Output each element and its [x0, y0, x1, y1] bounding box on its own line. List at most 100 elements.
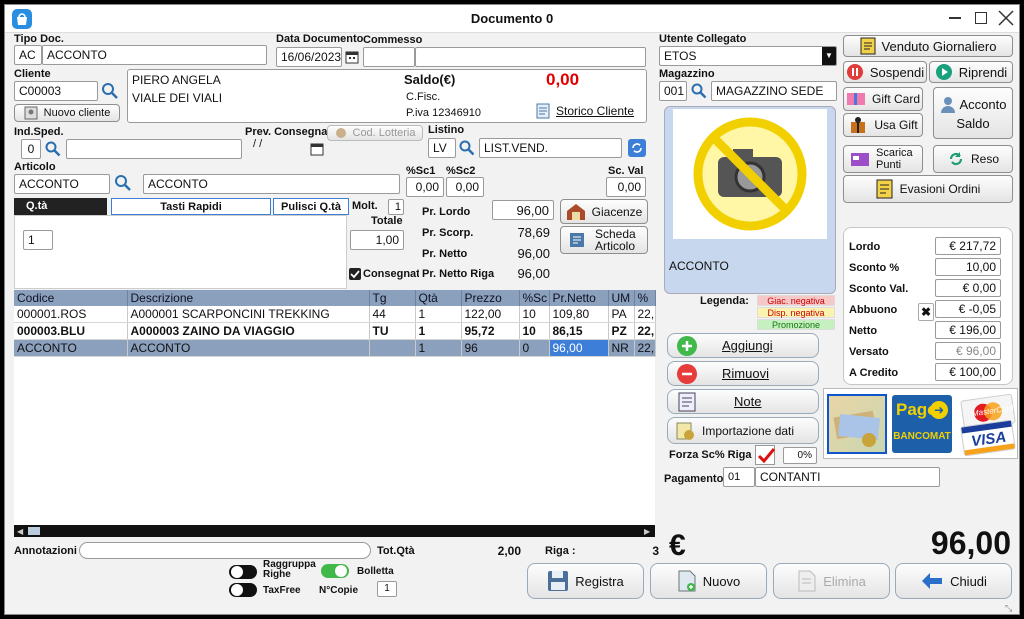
- chiudi-button[interactable]: Chiudi: [895, 563, 1012, 599]
- ind-sped-code-field[interactable]: 0: [21, 139, 41, 159]
- refresh-listino-icon[interactable]: [627, 138, 647, 158]
- tipo-doc-field[interactable]: ACCONTO: [42, 45, 267, 65]
- aggiungi-button[interactable]: Aggiungi: [667, 333, 819, 358]
- table-cell[interactable]: A000003 ZAINO DA VIAGGIO: [127, 322, 370, 340]
- table-row[interactable]: ACCONTO ACCONTO 1 96 0 96,00 NR 22,: [14, 339, 656, 357]
- abbuono-clear-icon[interactable]: ✖: [918, 303, 934, 321]
- table-cell[interactable]: 95,72: [461, 322, 520, 340]
- column-header[interactable]: Prezzo: [461, 290, 520, 306]
- consegnato-checkbox[interactable]: [349, 268, 361, 280]
- raggruppa-toggle[interactable]: [229, 565, 257, 579]
- tab-qta[interactable]: Q.tà: [14, 198, 107, 215]
- table-cell[interactable]: 96: [461, 339, 520, 357]
- pagamento-field[interactable]: CONTANTI: [755, 467, 940, 487]
- rimuovi-button[interactable]: Rimuovi: [667, 361, 819, 386]
- annotazioni-field[interactable]: [79, 542, 371, 559]
- search-articolo-icon[interactable]: [113, 173, 133, 193]
- table-cell[interactable]: 1: [415, 322, 462, 340]
- elimina-button[interactable]: Elimina: [773, 563, 890, 599]
- table-cell[interactable]: TU: [369, 322, 416, 340]
- venduto-giornaliero-button[interactable]: Venduto Giornaliero: [843, 35, 1013, 57]
- sc2-field[interactable]: 0,00: [446, 177, 484, 197]
- tab-tasti-rapidi[interactable]: Tasti Rapidi: [111, 198, 271, 215]
- qta-field[interactable]: 1: [23, 230, 53, 250]
- taxfree-toggle[interactable]: [229, 583, 257, 597]
- search-cliente-icon[interactable]: [100, 81, 120, 101]
- sc1-field[interactable]: 0,00: [406, 177, 444, 197]
- column-header[interactable]: Tg: [369, 290, 416, 306]
- table-cell[interactable]: 000001.ROS: [14, 306, 128, 323]
- table-row[interactable]: 000001.ROS A000001 SCARPONCINI TREKKING 44…: [14, 306, 656, 323]
- magazzino-code-field[interactable]: 001: [659, 81, 687, 101]
- note-button[interactable]: Note: [667, 389, 819, 414]
- commesso-code-field[interactable]: [363, 47, 415, 67]
- bancomat-icon[interactable]: Pago ➜ BANCOMAT: [892, 395, 952, 453]
- registra-button[interactable]: Registra: [527, 563, 644, 599]
- table-cell[interactable]: PA: [608, 306, 635, 323]
- table-cell[interactable]: [369, 339, 416, 357]
- maximize-icon[interactable]: [975, 12, 987, 24]
- table-cell[interactable]: 0: [519, 339, 550, 357]
- magazzino-field[interactable]: MAGAZZINO SEDE: [711, 81, 837, 101]
- usa-gift-button[interactable]: Usa Gift: [843, 113, 923, 137]
- riprendi-button[interactable]: Riprendi: [929, 61, 1013, 83]
- totale-field[interactable]: 1,00: [350, 230, 404, 250]
- data-documento-field[interactable]: 16/06/2023: [276, 47, 342, 67]
- horizontal-scrollbar[interactable]: ◀ ▶: [14, 525, 655, 537]
- table-cell[interactable]: 000003.BLU: [14, 322, 128, 340]
- scrollbar-thumb[interactable]: [28, 527, 40, 535]
- utente-select[interactable]: ETOS ▼: [659, 46, 837, 66]
- table-cell[interactable]: 96,00: [549, 339, 609, 357]
- listino-code-field[interactable]: LV: [428, 138, 456, 158]
- table-cell[interactable]: 109,80: [549, 306, 609, 323]
- column-header[interactable]: Descrizione: [127, 290, 370, 306]
- column-header[interactable]: Pr.Netto: [549, 290, 609, 306]
- importazione-dati-button[interactable]: Importazione dati: [667, 417, 819, 444]
- scarica-punti-button[interactable]: Scarica Punti: [843, 145, 923, 173]
- close-icon[interactable]: [997, 9, 1015, 30]
- table-cell[interactable]: 1: [415, 339, 462, 357]
- pr-lordo-field[interactable]: 96,00: [492, 200, 554, 220]
- acconto-saldo-button[interactable]: Acconto Saldo: [933, 87, 1013, 139]
- column-header[interactable]: %Sc: [519, 290, 550, 306]
- table-cell[interactable]: ACCONTO: [14, 339, 128, 357]
- search-listino-icon[interactable]: [457, 138, 477, 158]
- nuovo-button[interactable]: Nuovo: [650, 563, 767, 599]
- table-cell[interactable]: 22,: [634, 339, 656, 357]
- table-cell[interactable]: 44: [369, 306, 416, 323]
- cod-lotteria-button[interactable]: Cod. Lotteria: [327, 125, 423, 141]
- nuovo-cliente-button[interactable]: Nuovo cliente: [14, 104, 120, 122]
- table-cell[interactable]: ACCONTO: [127, 339, 370, 357]
- table-cell[interactable]: 22,: [634, 306, 656, 323]
- table-cell[interactable]: 10: [519, 322, 550, 340]
- pagamento-code-field[interactable]: 01: [723, 467, 755, 487]
- ncopie-field[interactable]: 1: [377, 581, 397, 597]
- sc-val-field[interactable]: 0,00: [606, 177, 646, 197]
- resize-grip-icon[interactable]: ⤡: [1005, 603, 1012, 614]
- scheda-articolo-button[interactable]: Scheda Articolo: [560, 226, 648, 254]
- molt-field[interactable]: 1: [388, 199, 404, 215]
- table-cell[interactable]: 22,: [634, 322, 656, 340]
- forza-sc-checkbox[interactable]: [755, 445, 776, 465]
- cash-payment-icon[interactable]: [827, 394, 887, 454]
- dropdown-arrow-icon[interactable]: ▼: [822, 47, 836, 65]
- evasioni-ordini-button[interactable]: Evasioni Ordini: [843, 175, 1013, 203]
- calendar-icon[interactable]: [342, 47, 362, 67]
- scroll-right-icon[interactable]: ▶: [644, 527, 650, 536]
- bolletta-toggle[interactable]: [321, 564, 349, 578]
- cliente-code-field[interactable]: C00003: [14, 81, 98, 101]
- visa-icon[interactable]: VISA: [960, 419, 1016, 457]
- search-magazzino-icon[interactable]: [689, 81, 709, 101]
- column-header[interactable]: Codice: [14, 290, 128, 306]
- commesso-name-field[interactable]: [415, 47, 646, 67]
- search-sped-icon[interactable]: [43, 139, 63, 159]
- table-cell[interactable]: 86,15: [549, 322, 609, 340]
- forza-sc-pct-field[interactable]: 0%: [783, 447, 817, 464]
- ind-sped-field[interactable]: [66, 139, 242, 159]
- table-row[interactable]: 000003.BLU A000003 ZAINO DA VIAGGIO TU 1 95,…: [14, 322, 656, 340]
- column-header[interactable]: %: [634, 290, 656, 306]
- table-cell[interactable]: A000001 SCARPONCINI TREKKING: [127, 306, 370, 323]
- table-cell[interactable]: 10: [519, 306, 550, 323]
- scroll-left-icon[interactable]: ◀: [17, 527, 23, 536]
- table-cell[interactable]: NR: [608, 339, 635, 357]
